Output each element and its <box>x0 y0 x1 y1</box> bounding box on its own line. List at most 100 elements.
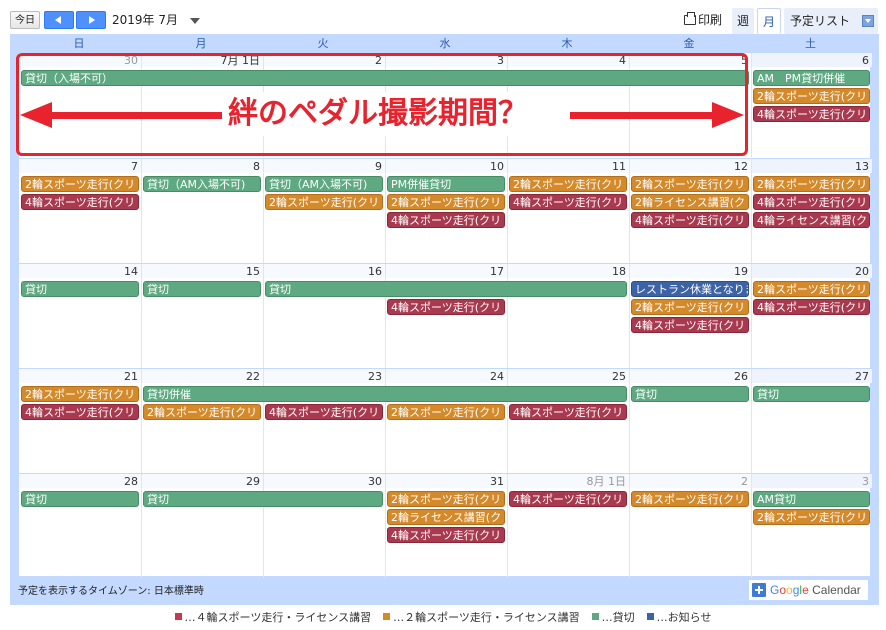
calendar-event[interactable]: 貸切（AM入場不可) <box>143 176 261 192</box>
day-cell[interactable]: 31 <box>385 474 507 578</box>
day-cell[interactable]: 20 <box>751 264 872 368</box>
calendar-event[interactable]: 2輪ライセンス講習(ク <box>631 194 749 210</box>
calendar-event[interactable]: 2輪スポーツ走行(クリ <box>753 176 870 192</box>
tab-month[interactable]: 月 <box>757 8 781 34</box>
day-number[interactable]: 31 <box>490 475 504 488</box>
day-number[interactable]: 2 <box>741 475 748 488</box>
calendar-event[interactable]: 4輪スポーツ走行(クリ <box>753 299 870 315</box>
day-cell[interactable]: 23 <box>263 369 385 473</box>
calendar-event[interactable]: 貸切 <box>265 281 627 297</box>
google-calendar-badge[interactable]: Google Calendar <box>748 579 869 601</box>
day-number[interactable]: 28 <box>124 475 138 488</box>
day-cell[interactable]: 15 <box>141 264 263 368</box>
calendar-event[interactable]: 貸切併催 <box>143 386 627 402</box>
calendar-event[interactable]: 貸切 <box>143 281 261 297</box>
calendar-event[interactable]: 貸切 <box>631 386 749 402</box>
calendar-event[interactable]: 4輪スポーツ走行(クリ <box>509 404 627 420</box>
day-number[interactable]: 19 <box>734 265 748 278</box>
calendar-event[interactable]: 2輪スポーツ走行(クリ <box>631 176 749 192</box>
day-number[interactable]: 27 <box>855 370 869 383</box>
day-cell[interactable]: 16 <box>263 264 385 368</box>
day-number[interactable]: 16 <box>368 265 382 278</box>
day-cell[interactable]: 8月 1日 <box>507 474 629 578</box>
day-number[interactable]: 26 <box>734 370 748 383</box>
day-cell[interactable]: 2 <box>629 474 751 578</box>
calendar-event[interactable]: 2輪スポーツ走行(クリ <box>387 194 505 210</box>
day-number[interactable]: 17 <box>490 265 504 278</box>
day-number[interactable]: 3 <box>862 475 869 488</box>
day-number[interactable]: 29 <box>246 475 260 488</box>
calendar-event[interactable]: 2輪スポーツ走行(クリ <box>753 88 870 104</box>
next-month-button[interactable] <box>76 11 106 29</box>
calendar-event[interactable]: 4輪スポーツ走行(クリ <box>21 194 139 210</box>
day-cell[interactable]: 11 <box>507 159 629 263</box>
day-number[interactable]: 22 <box>246 370 260 383</box>
day-cell[interactable]: 12 <box>629 159 751 263</box>
day-cell[interactable]: 7 <box>19 159 141 263</box>
day-cell[interactable]: 26 <box>629 369 751 473</box>
calendar-event[interactable]: 2輪スポーツ走行(クリ <box>631 491 749 507</box>
day-number[interactable]: 6 <box>862 54 869 67</box>
calendar-event[interactable]: レストラン休業となりま <box>631 281 749 297</box>
day-cell[interactable]: 27 <box>751 369 872 473</box>
calendar-event[interactable]: 貸切 <box>21 491 139 507</box>
calendar-event[interactable]: 2輪スポーツ走行(クリ <box>143 404 261 420</box>
day-number[interactable]: 13 <box>855 160 869 173</box>
day-cell[interactable]: 25 <box>507 369 629 473</box>
day-cell[interactable]: 29 <box>141 474 263 578</box>
day-cell[interactable]: 19 <box>629 264 751 368</box>
calendar-event[interactable]: 貸切（AM入場不可) <box>265 176 383 192</box>
day-number[interactable]: 25 <box>612 370 626 383</box>
tab-week[interactable]: 週 <box>732 8 754 34</box>
calendar-event[interactable]: 2輪ライセンス講習(ク <box>387 509 505 525</box>
day-number[interactable]: 23 <box>368 370 382 383</box>
day-number[interactable]: 14 <box>124 265 138 278</box>
calendar-event[interactable]: 2輪スポーツ走行(クリ <box>509 176 627 192</box>
day-number[interactable]: 8 <box>253 160 260 173</box>
print-button[interactable]: 印刷 <box>684 11 722 29</box>
calendar-event[interactable]: 2輪スポーツ走行(クリ <box>21 176 139 192</box>
calendar-event[interactable]: 4輪スポーツ走行(クリ <box>21 404 139 420</box>
day-number[interactable]: 15 <box>246 265 260 278</box>
day-cell[interactable]: 6 <box>751 53 872 157</box>
calendar-event[interactable]: 2輪スポーツ走行(クリ <box>21 386 139 402</box>
calendar-event[interactable]: 2輪スポーツ走行(クリ <box>753 281 870 297</box>
calendar-event[interactable]: 4輪スポーツ走行(クリ <box>631 317 749 333</box>
day-cell[interactable]: 18 <box>507 264 629 368</box>
calendar-event[interactable]: 2輪スポーツ走行(クリ <box>387 491 505 507</box>
calendar-event[interactable]: 4輪スポーツ走行(クリ <box>387 527 505 543</box>
day-cell[interactable]: 28 <box>19 474 141 578</box>
calendar-event[interactable]: 2輪スポーツ走行(クリ <box>631 299 749 315</box>
day-cell[interactable]: 8 <box>141 159 263 263</box>
calendar-event[interactable]: 4輪スポーツ走行(クリ <box>387 212 505 228</box>
day-number[interactable]: 18 <box>612 265 626 278</box>
tab-agenda[interactable]: 予定リスト <box>784 8 878 34</box>
chevron-down-icon[interactable] <box>190 18 200 24</box>
day-number[interactable]: 30 <box>368 475 382 488</box>
day-number[interactable]: 10 <box>490 160 504 173</box>
calendar-event[interactable]: 2輪スポーツ走行(クリ <box>753 509 870 525</box>
calendar-event[interactable]: 貸切 <box>143 491 383 507</box>
prev-month-button[interactable] <box>44 11 74 29</box>
day-cell[interactable]: 13 <box>751 159 872 263</box>
day-number[interactable]: 8月 1日 <box>587 475 627 488</box>
calendar-event[interactable]: 4輪ライセンス講習(ク <box>753 212 870 228</box>
day-number[interactable]: 12 <box>734 160 748 173</box>
calendar-event[interactable]: AM PM貸切併催 <box>753 70 870 86</box>
day-cell[interactable]: 30 <box>263 474 385 578</box>
day-cell[interactable]: 10 <box>385 159 507 263</box>
calendar-event[interactable]: 貸切 <box>753 386 870 402</box>
calendar-event[interactable]: PM併催貸切 <box>387 176 505 192</box>
calendar-event[interactable]: 4輪スポーツ走行(クリ <box>509 194 627 210</box>
calendar-event[interactable]: 4輪スポーツ走行(クリ <box>265 404 383 420</box>
day-number[interactable]: 7 <box>131 160 138 173</box>
calendar-event[interactable]: 2輪スポーツ走行(クリ <box>265 194 383 210</box>
day-number[interactable]: 11 <box>612 160 626 173</box>
day-number[interactable]: 9 <box>375 160 382 173</box>
day-cell[interactable]: 22 <box>141 369 263 473</box>
day-cell[interactable]: 14 <box>19 264 141 368</box>
day-cell[interactable]: 3 <box>751 474 872 578</box>
calendar-event[interactable]: 4輪スポーツ走行(クリ <box>631 212 749 228</box>
day-cell[interactable]: 17 <box>385 264 507 368</box>
calendar-event[interactable]: 4輪スポーツ走行(クリ <box>753 106 870 122</box>
